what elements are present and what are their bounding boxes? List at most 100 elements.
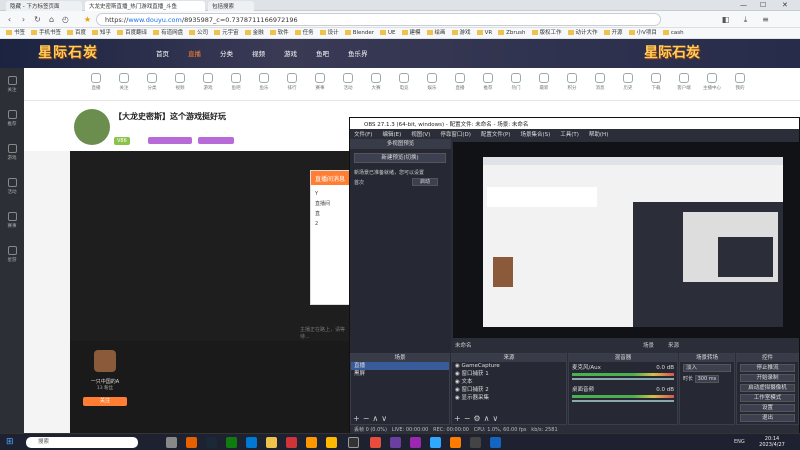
nav-item[interactable]: 直播	[188, 48, 201, 58]
app4-icon[interactable]	[370, 437, 381, 448]
rail-item[interactable]: 游戏	[3, 144, 21, 161]
follow-button[interactable]: 关注	[83, 397, 127, 406]
bookmark-item[interactable]: VR	[476, 28, 492, 38]
obs-menu-item[interactable]: 编辑(E)	[382, 132, 401, 138]
app6-icon[interactable]	[410, 437, 421, 448]
room-avatar[interactable]	[74, 109, 110, 145]
subnav-item[interactable]: 最新	[532, 73, 556, 91]
subnav-item[interactable]: 主播中心	[700, 73, 724, 91]
bookmark-item[interactable]: cash	[662, 28, 684, 38]
obs-menu-item[interactable]: 工具(T)	[560, 132, 579, 138]
anchor-avatar[interactable]	[94, 350, 116, 372]
explorer-icon[interactable]	[266, 437, 277, 448]
bookmark-item[interactable]: 知乎	[92, 28, 111, 38]
menu-icon[interactable]: ≡	[760, 14, 771, 25]
subnav-item[interactable]: 热门	[504, 73, 528, 91]
sources-toolbar[interactable]: +−⚙∧∨	[454, 414, 501, 423]
subnav-item[interactable]: 鱼吧	[224, 73, 248, 91]
bookmark-item[interactable]: UE	[380, 28, 396, 38]
download-icon[interactable]: ⤓	[740, 14, 751, 25]
bookmark-item[interactable]: 版权工作	[531, 28, 562, 38]
subnav-item[interactable]: 游戏	[196, 73, 220, 91]
bookmark-item[interactable]: 手机书签	[31, 28, 61, 38]
subnav-item[interactable]: 下载	[644, 73, 668, 91]
illustrator-icon[interactable]	[450, 437, 461, 448]
obs-menu-item[interactable]: 文件(F)	[354, 132, 372, 138]
bookmark-item[interactable]: 百度	[67, 28, 86, 38]
xbox-icon[interactable]	[226, 437, 237, 448]
app5-icon[interactable]	[390, 437, 401, 448]
subnav-item[interactable]: 分类	[140, 73, 164, 91]
bookmark-item[interactable]: 金融	[244, 28, 264, 38]
rail-item[interactable]: 星游	[3, 246, 21, 263]
taskbar-search[interactable]: 搜索	[26, 437, 138, 448]
duration-input[interactable]: 300 ms	[694, 375, 720, 383]
control-button[interactable]: 工作室模式	[740, 394, 795, 402]
nav-item[interactable]: 视频	[252, 48, 265, 58]
photoshop-icon[interactable]	[430, 437, 441, 448]
bookmark-item[interactable]: 公司	[189, 28, 208, 38]
bookmark-item[interactable]: Zbrush	[498, 28, 526, 38]
bookmark-item[interactable]: 开源	[603, 28, 623, 38]
subnav-item[interactable]: 我的	[728, 73, 752, 91]
subnav-item[interactable]: 鱼乐	[252, 73, 276, 91]
obs-menu-item[interactable]: 停靠窗口(D)	[440, 132, 471, 138]
bookmark-item[interactable]: 绘画	[426, 28, 446, 38]
bookmark-item[interactable]: 任务	[294, 28, 314, 38]
rail-item[interactable]: 活动	[3, 178, 21, 195]
star-icon[interactable]: ★	[82, 14, 93, 25]
bookmark-item[interactable]: 小V项目	[628, 28, 657, 38]
nav-item[interactable]: 鱼乐界	[348, 48, 368, 58]
subnav-item[interactable]: 电竞	[392, 73, 416, 91]
history-icon[interactable]: ◴	[60, 14, 71, 25]
transition-select[interactable]: 淡入	[683, 364, 731, 372]
windows-start-icon[interactable]: ⊞	[6, 437, 16, 447]
back-icon[interactable]: ‹	[4, 14, 15, 25]
tab-1[interactable]: 隐藏 - 下方标签页面	[6, 1, 82, 11]
control-button[interactable]: 退出	[740, 414, 795, 422]
source-item[interactable]: ◉ 窗口捕获 1	[452, 370, 566, 378]
maximize-button[interactable]: ☐	[760, 1, 766, 9]
bookmark-item[interactable]: 游戏	[451, 28, 471, 38]
subnav-item[interactable]: 历史	[616, 73, 640, 91]
subnav-item[interactable]: 消息	[588, 73, 612, 91]
rail-item[interactable]: 推荐	[3, 110, 21, 127]
control-button[interactable]: 设置	[740, 404, 795, 412]
close-window-button[interactable]: ✕	[782, 1, 788, 9]
app3-icon[interactable]	[326, 437, 337, 448]
bookmark-item[interactable]: 动计大作	[567, 28, 598, 38]
app7-icon[interactable]	[470, 437, 481, 448]
obs-menu-item[interactable]: 配置文件(P)	[481, 132, 511, 138]
nav-item[interactable]: 鱼吧	[316, 48, 329, 58]
reload-icon[interactable]: ↻	[32, 14, 43, 25]
subnav-item[interactable]: 关注	[112, 73, 136, 91]
bookmark-item[interactable]: 书签	[6, 28, 25, 38]
home-icon[interactable]: ⌂	[46, 14, 57, 25]
subnav-item[interactable]: 客户端	[672, 73, 696, 91]
scene-bar-left[interactable]: 场景	[643, 341, 654, 349]
subnav-item[interactable]: 推荐	[476, 73, 500, 91]
douyu-logo[interactable]: 星际石炭	[38, 42, 98, 62]
rail-item[interactable]: 关注	[3, 76, 21, 93]
app-icon[interactable]	[286, 437, 297, 448]
source-item[interactable]: ◉ 文本	[452, 378, 566, 386]
tab-search[interactable]: 包括搜索	[208, 1, 254, 11]
obs-icon[interactable]	[348, 437, 359, 448]
video-player[interactable]: 主播正在路上，请等待...	[70, 151, 350, 341]
bookmark-item[interactable]: 建模	[401, 28, 421, 38]
subnav-item[interactable]: 视频	[168, 73, 192, 91]
obs-menu-item[interactable]: 场景集合(S)	[520, 132, 550, 138]
app2-icon[interactable]	[306, 437, 317, 448]
subnav-item[interactable]: 赛事	[308, 73, 332, 91]
start-button[interactable]: 启动	[412, 178, 438, 186]
rail-item[interactable]: 赛事	[3, 212, 21, 229]
subnav-item[interactable]: 大赛	[364, 73, 388, 91]
source-item[interactable]: ◉ 显示器采集	[452, 394, 566, 402]
minimize-button[interactable]: —	[740, 1, 747, 9]
source-item[interactable]: ◉ 窗口捕获 2	[452, 386, 566, 394]
url-input[interactable]: https://www.douyu.com/8935987_c=0.737871…	[96, 13, 661, 26]
edge-icon[interactable]	[246, 437, 257, 448]
taskview-icon[interactable]	[166, 437, 177, 448]
volume-slider[interactable]	[572, 400, 674, 402]
obs-menu-item[interactable]: 视图(V)	[411, 132, 430, 138]
